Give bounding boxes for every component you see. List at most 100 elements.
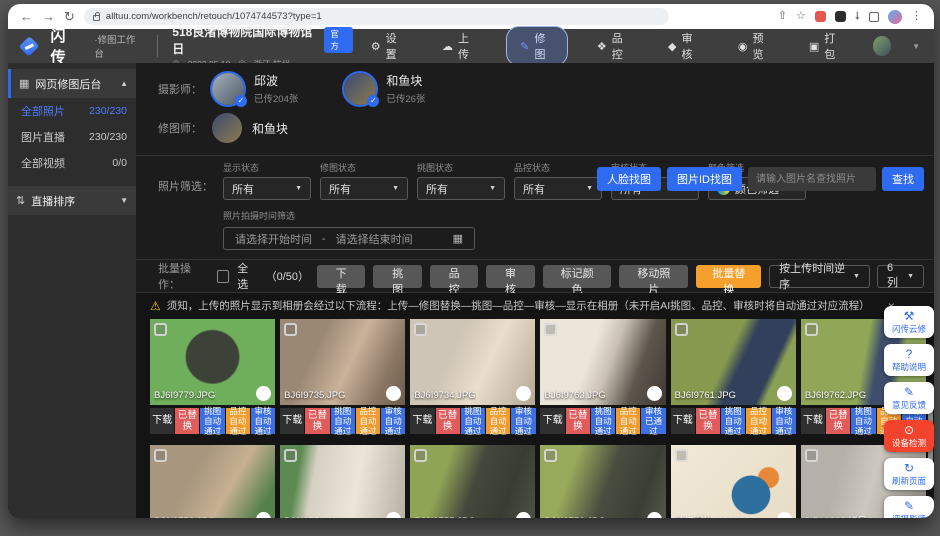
photo-thumbnail[interactable]: BJ6I9734.JPG (410, 319, 535, 405)
download-button[interactable]: 下载 (801, 408, 825, 434)
share-icon[interactable]: ⇧ (778, 11, 787, 22)
user-avatar[interactable] (873, 36, 892, 56)
batch-action-button[interactable]: 挑图 (373, 265, 421, 288)
photo-thumbnail[interactable]: BJ6I9758.JPG (150, 445, 275, 518)
search-submit-button[interactable]: 查找 (882, 167, 924, 191)
photo-checkbox[interactable] (544, 449, 557, 462)
download-button[interactable]: 下载 (540, 408, 564, 434)
photo-checkbox[interactable] (154, 449, 167, 462)
search-input[interactable] (748, 167, 876, 191)
nav-item[interactable]: ☁ 上传 (434, 26, 485, 66)
qc-status-button[interactable]: 品控自动通过 (486, 408, 510, 434)
sidebar-item[interactable]: 全部视频 0/0 (8, 150, 136, 176)
photographer-avatar[interactable]: ✓ (344, 73, 376, 105)
photo-status-dot[interactable] (647, 386, 662, 401)
downloads-icon[interactable]: ⭣ (855, 11, 860, 22)
photo-status-dot[interactable] (256, 386, 271, 401)
columns-select[interactable]: 6列 ▼ (877, 265, 924, 288)
batch-action-button[interactable]: 移动照片 (619, 265, 688, 288)
replace-button[interactable]: 已替换 (566, 408, 590, 434)
replace-button[interactable]: 已替换 (436, 408, 460, 434)
nav-item[interactable]: ⚙ 设置 (363, 26, 413, 66)
photo-checkbox[interactable] (675, 449, 688, 462)
float-tool-button[interactable]: ↻ 刷新页面 (884, 458, 934, 490)
forward-icon[interactable]: → (42, 10, 55, 23)
photo-checkbox[interactable] (675, 323, 688, 336)
photo-thumbnail[interactable]: BJ6I9759.JPG (280, 445, 405, 518)
replace-button[interactable]: 已替换 (826, 408, 850, 434)
audit-status-button[interactable]: 审核自动通过 (251, 408, 275, 434)
photo-checkbox[interactable] (805, 323, 818, 336)
retoucher-avatar[interactable] (212, 113, 242, 143)
float-tool-button[interactable]: ✎ 意见反馈 (884, 382, 934, 414)
photo-status-dot[interactable] (516, 386, 531, 401)
qc-status-button[interactable]: 品控自动通过 (356, 408, 380, 434)
photo-status-dot[interactable] (777, 512, 792, 518)
photo-thumbnail[interactable]: BJ6I9735.JPG (280, 319, 405, 405)
reload-icon[interactable]: ↻ (64, 10, 75, 23)
qc-status-button[interactable]: 品控自动通过 (226, 408, 250, 434)
date-range-input[interactable]: 请选择开始时间 - 请选择结束时间 ▦ (223, 227, 475, 250)
nav-item[interactable]: ◉ 预览 (730, 26, 780, 66)
extensions-puzzle-icon[interactable] (835, 11, 846, 22)
photographer-item[interactable]: ✓ 邱波 已传204张 (212, 72, 298, 105)
photo-thumbnail[interactable]: 微信图片_202205… (671, 445, 796, 518)
photo-checkbox[interactable] (544, 323, 557, 336)
pick-status-button[interactable]: 挑图自动通过 (200, 408, 224, 434)
back-icon[interactable]: ← (20, 10, 33, 23)
browser-menu-icon[interactable]: ⋮ (911, 11, 922, 22)
photo-status-dot[interactable] (256, 512, 271, 518)
float-tool-button[interactable]: ✎ 评摄影师 (884, 496, 934, 518)
download-button[interactable]: 下载 (671, 408, 695, 434)
replace-button[interactable]: 已替换 (175, 408, 199, 434)
photo-status-dot[interactable] (386, 512, 401, 518)
pick-status-button[interactable]: 挑图自动通过 (331, 408, 355, 434)
sidebar-item[interactable]: 图片直播 230/230 (8, 124, 136, 150)
image-id-search-button[interactable]: 图片ID找图 (667, 167, 742, 191)
filter-select[interactable]: 所有 ▼ (514, 177, 602, 200)
pick-status-button[interactable]: 挑图自动通过 (721, 408, 745, 434)
photo-checkbox[interactable] (414, 449, 427, 462)
batch-action-button[interactable]: 标记颜色 (543, 265, 612, 288)
nav-item[interactable]: ◆ 审核 (660, 26, 709, 66)
photo-checkbox[interactable] (284, 323, 297, 336)
pick-status-button[interactable]: 挑图自动通过 (851, 408, 875, 434)
download-button[interactable]: 下载 (150, 408, 174, 434)
batch-action-button[interactable]: 审核 (486, 265, 534, 288)
audit-status-button[interactable]: 审核自动通过 (381, 408, 405, 434)
photo-checkbox[interactable] (414, 323, 427, 336)
photo-checkbox[interactable] (154, 323, 167, 336)
photo-status-dot[interactable] (386, 386, 401, 401)
float-tool-button[interactable]: ⊙ 设备检测 (884, 420, 934, 452)
photo-status-dot[interactable] (516, 512, 531, 518)
photo-checkbox[interactable] (284, 449, 297, 462)
nav-item[interactable]: ✎ 修图 (506, 26, 568, 66)
audit-status-button[interactable]: 审核自动通过 (772, 408, 796, 434)
audit-status-button[interactable]: 审核已通过 (641, 408, 665, 434)
user-menu-caret-icon[interactable]: ▼ (912, 42, 920, 51)
face-search-button[interactable]: 人脸找图 (597, 167, 661, 191)
float-tool-button[interactable]: ⚒ 闪传云修 (884, 306, 934, 338)
photo-checkbox[interactable] (805, 449, 818, 462)
float-tool-button[interactable]: ? 帮助说明 (884, 344, 934, 376)
pick-status-button[interactable]: 挑图自动通过 (461, 408, 485, 434)
photo-status-dot[interactable] (647, 512, 662, 518)
sidebar-toggle-icon[interactable] (869, 12, 879, 22)
photographer-avatar[interactable]: ✓ (212, 73, 244, 105)
pick-status-button[interactable]: 挑图自动通过 (591, 408, 615, 434)
browser-profile-avatar[interactable] (888, 10, 902, 24)
collapse-caret-icon[interactable]: ▲ (120, 79, 128, 88)
batch-action-button[interactable]: 品控 (430, 265, 478, 288)
batch-action-button[interactable]: 下载 (317, 265, 365, 288)
audit-status-button[interactable]: 审核自动通过 (511, 408, 535, 434)
select-all-checkbox[interactable] (217, 270, 229, 283)
qc-status-button[interactable]: 品控自动通过 (616, 408, 640, 434)
photo-status-dot[interactable] (777, 386, 792, 401)
sidebar-item[interactable]: 全部照片 230/230 (8, 98, 136, 124)
replace-button[interactable]: 已替换 (305, 408, 329, 434)
qc-status-button[interactable]: 品控自动通过 (746, 408, 770, 434)
retoucher-item[interactable]: 和鱼块 (212, 113, 288, 143)
download-button[interactable]: 下载 (410, 408, 434, 434)
nav-item[interactable]: ❖ 品控 (589, 26, 639, 66)
photo-thumbnail[interactable]: BJ6I9761.JPG (671, 319, 796, 405)
